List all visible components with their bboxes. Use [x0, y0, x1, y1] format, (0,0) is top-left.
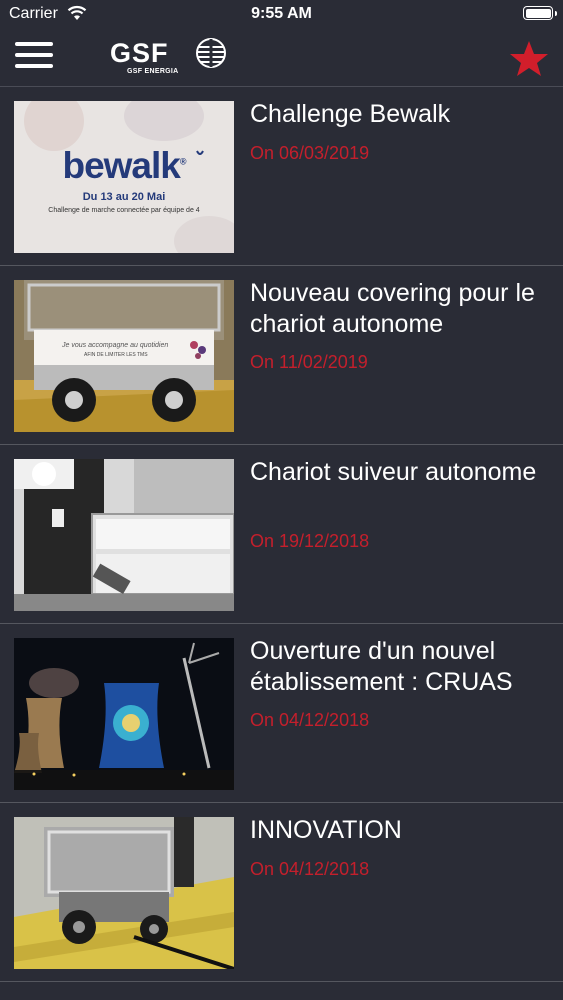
cart-slogan: Je vous accompagne au quotidien: [62, 342, 169, 349]
navbar: GSF GSF ENERGIA: [0, 30, 563, 87]
news-title: Challenge Bewalk: [250, 100, 451, 128]
status-bar: Carrier 9:55 AM: [0, 0, 563, 30]
news-item[interactable]: Chariot suiveur autonome On 19/12/2018: [0, 445, 563, 624]
news-date: On 19/12/2018: [250, 531, 370, 551]
news-title: Nouveau covering pour le chariot autonom…: [250, 279, 535, 338]
news-date: On 11/02/2019: [250, 352, 368, 372]
clock: 9:55 AM: [251, 5, 312, 22]
news-item[interactable]: Ouverture d'un nouvel établissement : CR…: [0, 624, 563, 803]
gsf-logo: GSF GSF ENERGIA: [110, 35, 230, 81]
news-item[interactable]: INNOVATION On 04/12/2018: [0, 803, 563, 982]
news-item[interactable]: Je vous accompagne au quotidien AFIN DE …: [0, 266, 563, 445]
news-title: Chariot suiveur autonome: [250, 458, 537, 486]
globe-icon: [196, 38, 226, 68]
logo-text: GSF: [110, 38, 169, 68]
news-date: On 04/12/2018: [250, 710, 370, 730]
news-list: bewalk® Du 13 au 20 Mai Challenge de mar…: [0, 87, 563, 982]
cart-subtitle: AFIN DE LIMITER LES TMS: [84, 352, 148, 358]
logo-subtitle: GSF ENERGIA: [127, 68, 179, 75]
news-date: On 04/12/2018: [250, 859, 370, 879]
star-icon[interactable]: [509, 39, 549, 77]
news-thumbnail: Je vous accompagne au quotidien AFIN DE …: [14, 280, 234, 432]
news-thumbnail: [14, 638, 234, 790]
news-item[interactable]: bewalk® Du 13 au 20 Mai Challenge de mar…: [0, 87, 563, 266]
news-date: On 06/03/2019: [250, 143, 370, 163]
bewalk-dates: Du 13 au 20 Mai: [82, 191, 166, 203]
battery-icon: [523, 6, 557, 20]
bewalk-description: Challenge de marche connectée par équipe…: [48, 207, 200, 214]
news-thumbnail: [14, 459, 234, 611]
news-thumbnail: [14, 817, 234, 969]
hamburger-menu-icon[interactable]: [15, 42, 53, 72]
news-title: INNOVATION: [250, 816, 402, 844]
news-thumbnail: bewalk® Du 13 au 20 Mai Challenge de mar…: [14, 101, 234, 253]
bewalk-logo-text: bewalk®: [62, 145, 186, 186]
news-title: Ouverture d'un nouvel établissement : CR…: [250, 637, 513, 696]
